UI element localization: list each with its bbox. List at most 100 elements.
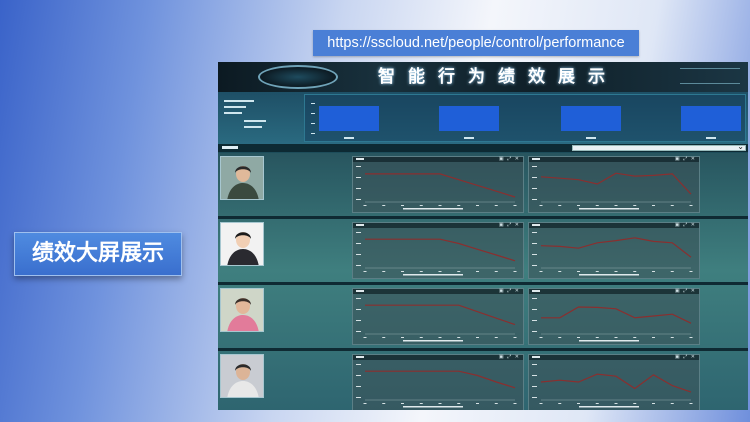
zoom-slider[interactable] (403, 340, 463, 342)
row-divider (218, 282, 748, 285)
y-axis-tick (311, 123, 315, 124)
trend-chart (532, 232, 693, 276)
x-tick-label (401, 205, 404, 206)
x-tick-label (457, 403, 461, 404)
row-divider (218, 348, 748, 351)
y-tick-label (356, 265, 361, 266)
zoom-slider[interactable] (579, 406, 639, 408)
info-line (244, 120, 266, 122)
x-tick-label (438, 271, 442, 272)
y-tick-label (356, 243, 361, 244)
x-tick-label (382, 403, 386, 404)
info-line (244, 126, 262, 128)
x-tick-label (614, 403, 618, 404)
y-tick-label (356, 331, 361, 332)
trend-chart-panel: ▣ ⤢ ✕ (528, 288, 700, 345)
x-tick-label (513, 271, 517, 272)
x-tick-label (401, 403, 404, 404)
x-tick-label (689, 337, 693, 338)
x-tick-label (577, 337, 580, 338)
x-tick-label (401, 337, 404, 338)
trend-chart-panel: ▣ ⤢ ✕ (352, 288, 524, 345)
y-tick-label (356, 166, 361, 167)
series-line (365, 304, 516, 326)
x-tick-label (419, 403, 423, 404)
summary-bar (319, 106, 379, 131)
y-tick-label (356, 177, 361, 178)
chart-title (356, 290, 364, 292)
x-tick-label (633, 271, 637, 272)
x-tick-label (689, 271, 693, 272)
zoom-slider[interactable] (403, 406, 463, 408)
chart-title (532, 290, 540, 292)
x-tick-label (363, 271, 367, 272)
y-tick-label (356, 254, 361, 255)
x-tick-label (513, 337, 517, 338)
x-tick-label (457, 205, 461, 206)
x-tick-label (670, 337, 674, 338)
x-tick-label (438, 337, 442, 338)
series-line (540, 172, 692, 195)
trend-chart (532, 364, 693, 408)
zoom-slider[interactable] (579, 274, 639, 276)
y-tick-label (356, 298, 361, 299)
zoom-slider[interactable] (403, 208, 463, 210)
chart-title (356, 224, 364, 226)
x-tick-label (513, 403, 517, 404)
summary-bar-chart (304, 94, 746, 142)
employee-photo (220, 222, 264, 266)
dashboard-title: 智能行为绩效展示 (378, 67, 618, 87)
x-tick-label (689, 403, 693, 404)
y-tick-label (356, 320, 361, 321)
x-tick-label (670, 403, 674, 404)
trend-chart (356, 364, 517, 408)
series-line (365, 370, 516, 389)
series-line (541, 306, 692, 324)
trend-chart-panel: ▣ ⤢ ✕ (352, 156, 524, 213)
y-tick-label (532, 331, 537, 332)
y-tick-label (532, 364, 537, 365)
x-tick-label (382, 337, 386, 338)
trend-chart (356, 166, 517, 210)
chart-title (356, 158, 364, 160)
zoom-slider[interactable] (579, 340, 639, 342)
y-tick-label (532, 265, 537, 266)
x-tick-label (633, 337, 637, 338)
y-tick-label (532, 397, 537, 398)
x-tick-label (438, 403, 442, 404)
chart-title (532, 158, 540, 160)
x-tick-label (419, 271, 423, 272)
url-banner: https://sscloud.net/people/control/perfo… (313, 30, 639, 56)
bar-category-label (344, 137, 354, 139)
trend-chart-panel: ▣ ⤢ ✕ (352, 354, 524, 410)
y-tick-label (356, 188, 361, 189)
x-tick-label (558, 403, 562, 404)
section-title (222, 146, 238, 149)
zoom-slider[interactable] (579, 208, 639, 210)
trend-chart-panel: ▣ ⤢ ✕ (352, 222, 524, 279)
filter-select[interactable]: ⌄ (572, 143, 746, 151)
info-line (224, 112, 242, 114)
y-axis-tick (311, 113, 315, 114)
x-tick-label (494, 271, 498, 272)
x-tick-label (382, 271, 386, 272)
trend-chart-panel: ▣ ⤢ ✕ (528, 156, 700, 213)
x-tick-label (419, 337, 423, 338)
x-tick-label (457, 271, 461, 272)
trend-chart-panel: ▣ ⤢ ✕ (528, 354, 700, 410)
x-tick-label (539, 403, 543, 404)
zoom-slider[interactable] (403, 274, 463, 276)
x-tick-label (513, 205, 517, 206)
employee-row: ▣ ⤢ ✕ ▣ ⤢ ✕ (218, 352, 748, 410)
logo-icon (258, 65, 338, 89)
series-line (540, 237, 692, 258)
x-tick-label (670, 271, 674, 272)
x-tick-label (476, 205, 479, 206)
summary-strip (218, 92, 748, 144)
bar-category-label (586, 137, 596, 139)
trend-chart (356, 232, 517, 276)
y-tick-label (532, 166, 537, 167)
x-tick-label (595, 271, 599, 272)
x-tick-label (670, 205, 674, 206)
dashboard-screenshot: 智能行为绩效展示 ⌄ ▣ ⤢ ✕ ▣ ⤢ ✕ ▣ ⤢ ✕ ▣ ⤢ ✕ ▣ ⤢ ✕ ▣ ⤢ … (218, 62, 748, 410)
